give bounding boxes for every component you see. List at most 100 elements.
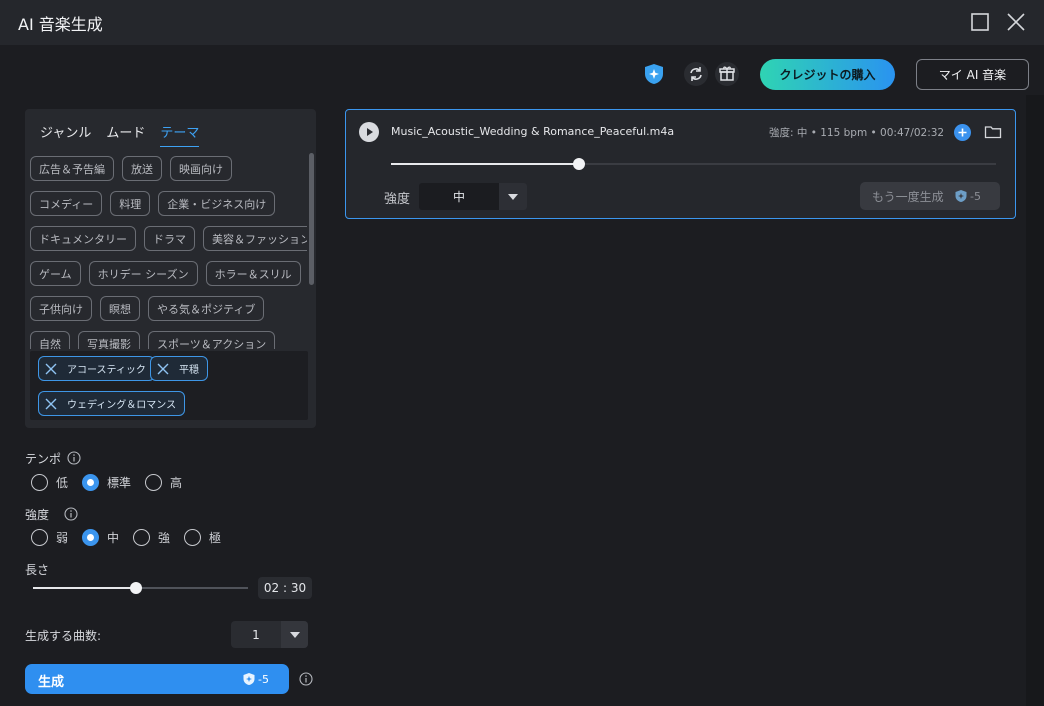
selected-tag[interactable]: ウェディング＆ロマンス (38, 391, 186, 416)
theme-tag[interactable]: 放送 (122, 156, 162, 181)
tempo-low-radio[interactable]: 低 (31, 474, 68, 491)
my-ai-music-button[interactable]: マイ AI 音楽 (916, 59, 1029, 90)
window-scrollbar[interactable] (1026, 95, 1044, 706)
tempo-standard-radio[interactable]: 標準 (82, 474, 131, 491)
intensity-strong-radio[interactable]: 強 (133, 529, 170, 546)
playback-handle[interactable] (572, 158, 585, 170)
selected-tag-label: ウェディング＆ロマンス (67, 400, 177, 411)
song-count-label: 生成する曲数: (25, 629, 102, 643)
add-icon[interactable] (954, 124, 971, 141)
buy-credits-button[interactable]: クレジットの購入 (760, 59, 895, 90)
track-intensity-dropdown-button[interactable] (499, 183, 527, 210)
playback-progress[interactable] (391, 158, 996, 170)
regenerate-cost-value: -5 (970, 189, 981, 203)
length-value[interactable]: 02 : 30 (258, 577, 312, 599)
remove-tag-icon[interactable] (43, 396, 59, 412)
song-count-select[interactable]: 1 (231, 621, 308, 648)
track-card[interactable]: Music_Acoustic_Wedding & Romance_Peacefu… (345, 109, 1016, 219)
generate-cost-value: -5 (258, 672, 269, 686)
playback-progress-fill (391, 163, 579, 165)
intensity-medium-radio[interactable]: 中 (82, 529, 119, 546)
theme-tag[interactable]: やる気＆ポジティブ (148, 296, 265, 321)
close-button[interactable] (1005, 11, 1027, 33)
track-meta: 強度: 中 • 115 bpm • 00:47/02:32 (769, 127, 945, 139)
length-label: 長さ (25, 563, 50, 577)
intensity-info-icon[interactable] (64, 507, 78, 521)
radio-circle (31, 474, 48, 491)
tempo-high-radio[interactable]: 高 (145, 474, 182, 491)
theme-tag[interactable]: ホラー＆スリル (205, 261, 301, 286)
generate-info-icon[interactable] (299, 672, 313, 686)
radio-circle (133, 529, 151, 546)
gift-icon[interactable] (715, 62, 739, 86)
tag-list-scrollbar[interactable] (309, 153, 314, 285)
tempo-label: テンポ (25, 452, 62, 466)
selected-tags-box: アコースティック 平穏 ウェディング＆ロマンス (30, 351, 308, 420)
maximize-button[interactable] (969, 11, 991, 33)
theme-tag[interactable]: 映画向け (170, 156, 232, 181)
remove-tag-icon[interactable] (155, 361, 171, 377)
tempo-info-icon[interactable] (67, 451, 81, 465)
theme-tag[interactable]: 自然 (30, 331, 70, 349)
regenerate-cost: -5 (954, 189, 981, 203)
track-filename: Music_Acoustic_Wedding & Romance_Peacefu… (391, 125, 675, 138)
theme-tag[interactable]: ゲーム (30, 261, 81, 286)
theme-tag[interactable]: 子供向け (30, 296, 92, 321)
maximize-icon (971, 13, 989, 31)
tab-genre[interactable]: ジャンル (40, 122, 91, 147)
chevron-down-icon (508, 193, 518, 200)
credit-shield-icon[interactable] (642, 62, 666, 86)
folder-icon[interactable] (984, 124, 1002, 140)
selected-tag[interactable]: 平穏 (150, 356, 208, 381)
theme-tag[interactable]: 広告＆予告編 (30, 156, 114, 181)
radio-circle (184, 529, 202, 546)
chevron-down-icon (289, 631, 300, 638)
length-slider-fill (33, 587, 137, 589)
filter-tabs: ジャンル ムード テーマ (40, 122, 200, 147)
length-slider[interactable] (33, 582, 248, 594)
intensity-radio-group: 弱 中 強 極 (31, 529, 235, 546)
intensity-label: 強度 (25, 508, 50, 522)
radio-label: 低 (56, 476, 69, 490)
radio-circle (82, 474, 100, 491)
tab-theme[interactable]: テーマ (160, 122, 200, 147)
song-count-value: 1 (252, 627, 260, 642)
refresh-icon[interactable] (684, 62, 708, 86)
theme-tag[interactable]: 企業・ビジネス向け (158, 191, 276, 216)
track-intensity-select[interactable]: 中 (419, 183, 527, 210)
theme-tag[interactable]: 瞑想 (100, 296, 140, 321)
theme-tag[interactable]: ドラマ (144, 226, 195, 251)
intensity-extreme-radio[interactable]: 極 (184, 529, 221, 546)
generate-button[interactable]: 生成 -5 (25, 664, 289, 694)
song-count-dropdown-button[interactable] (281, 621, 308, 648)
remove-tag-icon[interactable] (43, 361, 59, 377)
title-bar: AI 音楽生成 (0, 0, 1044, 45)
theme-tag[interactable]: スポーツ＆アクション (148, 331, 276, 349)
generate-label: 生成 (38, 675, 65, 690)
theme-tag[interactable]: コメディー (30, 191, 103, 216)
radio-label: 強 (158, 531, 171, 545)
radio-label: 弱 (56, 531, 69, 545)
tab-mood[interactable]: ムード (106, 122, 145, 147)
regenerate-label: もう一度生成 (872, 190, 944, 204)
theme-tag[interactable]: 写真撮影 (78, 331, 140, 349)
regenerate-button[interactable]: もう一度生成 -5 (860, 182, 1000, 210)
theme-filter-panel: ジャンル ムード テーマ 広告＆予告編 放送 映画向け コメディー 料理 企業・… (25, 109, 316, 428)
theme-tag[interactable]: 料理 (110, 191, 151, 216)
theme-tag-list: 広告＆予告編 放送 映画向け コメディー 料理 企業・ビジネス向け ドキュメンタ… (25, 153, 307, 349)
selected-tag-label: アコースティック (67, 365, 146, 376)
credit-shield-icon (955, 190, 967, 202)
selected-tag-label: 平穏 (179, 365, 199, 376)
selected-tag[interactable]: アコースティック (38, 356, 155, 381)
generate-cost: -5 (242, 672, 269, 686)
theme-tag[interactable]: 美容＆ファッション (203, 226, 307, 251)
theme-tag[interactable]: ホリデー シーズン (88, 261, 198, 286)
play-button[interactable] (359, 122, 379, 142)
radio-circle (145, 474, 163, 491)
tempo-radio-group: 低 標準 高 (31, 474, 196, 491)
radio-label: 高 (170, 476, 183, 490)
credit-shield-icon (243, 673, 255, 685)
intensity-weak-radio[interactable]: 弱 (31, 529, 68, 546)
radio-circle (82, 529, 100, 546)
theme-tag[interactable]: ドキュメンタリー (30, 226, 136, 251)
